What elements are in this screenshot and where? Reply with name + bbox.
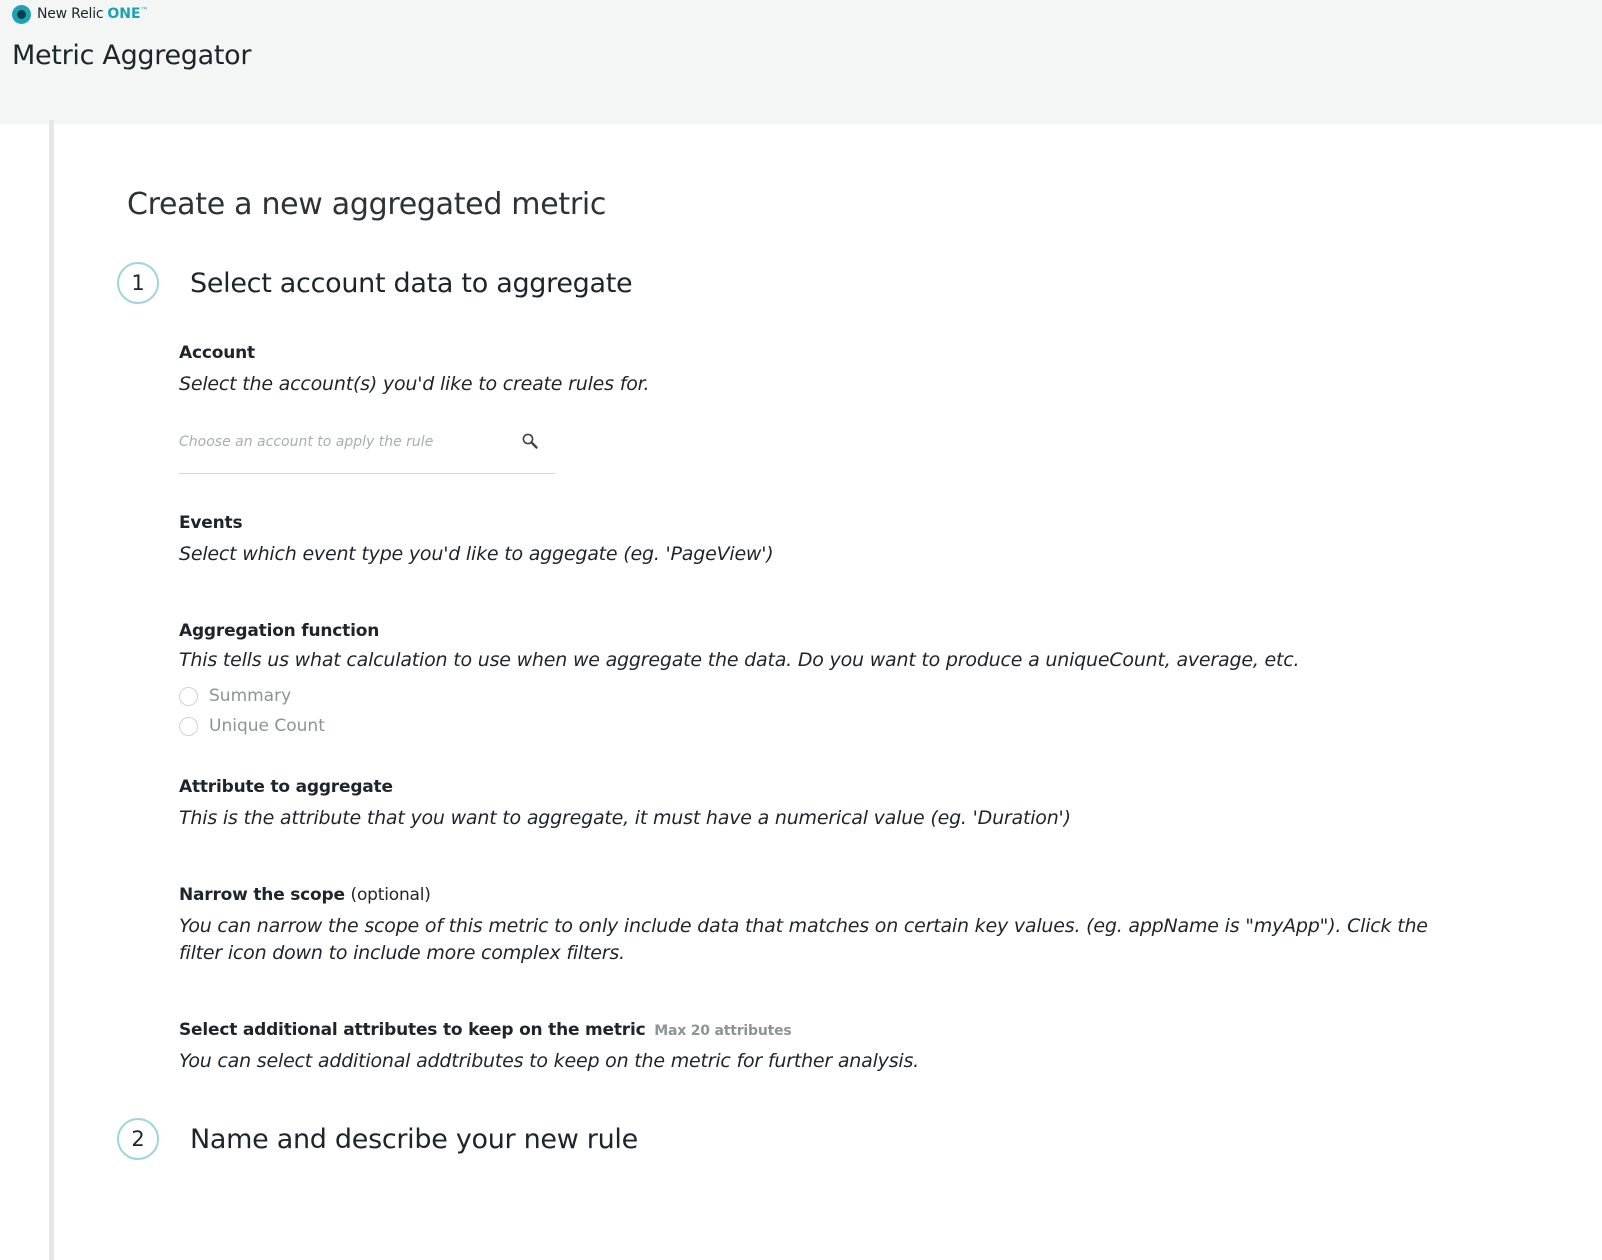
radio-label[interactable]: Unique Count [209,716,325,736]
scope-section: Narrow the scope (optional) You can narr… [179,885,1439,967]
radio-unchecked-icon[interactable] [179,716,198,736]
events-section: Events Select which event type you'd lik… [179,513,774,568]
brand-name: New Relic [37,6,104,22]
brand-one: ONE [107,6,141,22]
account-search-input[interactable] [179,428,499,456]
step-title: Select account data to aggregate [190,267,633,299]
additional-label: Select additional attributes to keep on … [179,1020,646,1040]
new-relic-logo-icon [12,4,31,24]
field-description: This tells us what calculation to use wh… [179,649,1300,671]
field-label: Account [179,343,255,363]
page-title: Create a new aggregated metric [127,187,607,222]
top-bar: New Relic ONE ™ Metric Aggregator [0,0,1602,124]
additional-attributes-section: Select additional attributes to keep on … [179,1020,919,1075]
step-2-header: 2 Name and describe your new rule [117,1118,638,1160]
account-picker[interactable] [179,420,555,474]
attribute-section: Attribute to aggregate This is the attri… [179,777,1071,832]
field-description: Select the account(s) you'd like to crea… [179,373,650,395]
field-label: Attribute to aggregate [179,777,393,797]
account-section: Account Select the account(s) you'd like… [179,343,650,398]
step-number-badge: 1 [117,262,159,304]
search-icon[interactable] [521,432,539,450]
field-label: Narrow the scope (optional) [179,885,1439,905]
step-1-header: 1 Select account data to aggregate [117,262,633,304]
optional-tag: (optional) [350,885,431,905]
field-description: You can narrow the scope of this metric … [179,915,1428,964]
brand[interactable]: New Relic ONE ™ [12,4,149,24]
step-title: Name and describe your new rule [190,1123,638,1155]
field-label: Aggregation function [179,621,380,641]
aggregation-options: Summary Unique Count [179,681,1299,741]
max-attributes-hint: Max 20 attributes [654,1023,792,1039]
field-description: Select which event type you'd like to ag… [179,543,774,565]
aggregation-section: Aggregation function This tells us what … [179,621,1300,741]
step-number-badge: 2 [117,1118,159,1160]
radio-unchecked-icon[interactable] [179,686,198,706]
scope-label: Narrow the scope [179,885,345,905]
radio-label[interactable]: Summary [209,686,291,706]
main-content: Create a new aggregated metric 1 Select … [54,124,1602,1260]
brand-trademark: ™ [140,5,149,15]
radio-option-summary[interactable]: Summary [179,681,1299,711]
field-label: Events [179,513,243,533]
field-description: You can select additional addtributes to… [179,1050,920,1072]
field-description: This is the attribute that you want to a… [179,807,1071,829]
app-title: Metric Aggregator [12,40,252,71]
field-label: Select additional attributes to keep on … [179,1020,919,1040]
radio-option-unique-count[interactable]: Unique Count [179,711,1299,741]
